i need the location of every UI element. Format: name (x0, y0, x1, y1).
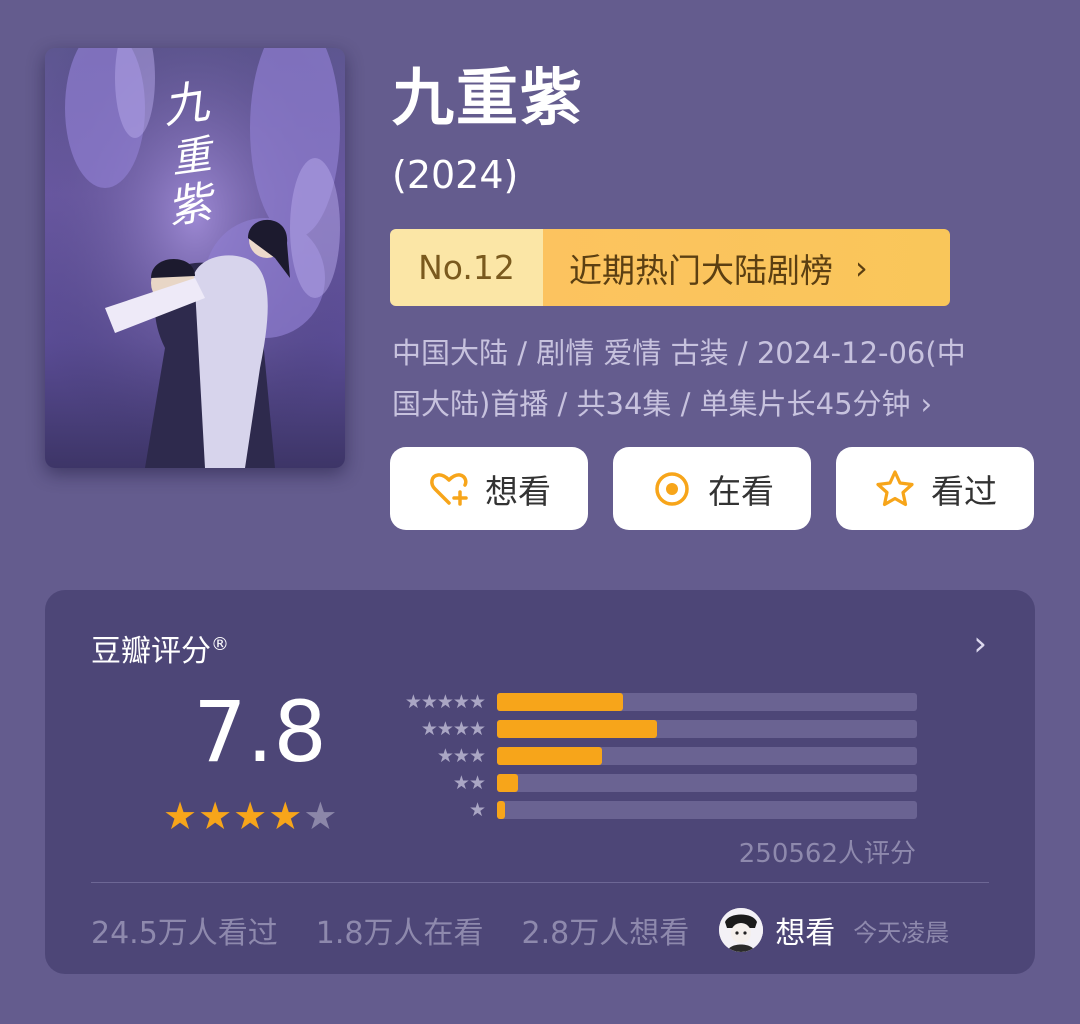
star-outline-icon (873, 467, 917, 511)
ranking-label: 近期热门大陆剧榜 (569, 250, 833, 290)
distribution-track (497, 746, 917, 765)
distribution-row: ★ (375, 796, 917, 823)
ranking-number: No.12 (390, 229, 543, 306)
target-circle-icon (650, 467, 694, 511)
heart-plus-icon (427, 467, 471, 511)
distribution-stars-label: ★★★★★ (404, 690, 486, 713)
friend-action: 想看 (775, 916, 836, 951)
star-empty-icon: ★ (303, 794, 339, 838)
watching-button[interactable]: 在看 (613, 447, 811, 530)
star-filled-icon: ★ (268, 794, 304, 838)
avatar[interactable] (719, 908, 764, 952)
distribution-track (497, 800, 917, 819)
movie-detail-page: 九 重 紫 九重紫 (2024) No.12 近期热门大陆剧榜 › 中国大陆 /… (0, 0, 1080, 1024)
page-title: 九重紫 (392, 61, 585, 134)
rating-card-title: 豆瓣评分® (91, 626, 229, 670)
star-filled-icon: ★ (163, 794, 199, 838)
watched-count[interactable]: 24.5万人看过 (91, 908, 278, 952)
distribution-row: ★★★ (375, 742, 917, 769)
chevron-right-icon: › (855, 248, 868, 287)
distribution-stars-label: ★★★★ (420, 717, 486, 740)
chevron-right-icon: › (920, 387, 933, 421)
chevron-right-icon[interactable]: › (973, 624, 987, 664)
distribution-track (497, 773, 917, 792)
star-filled-icon: ★ (233, 794, 269, 838)
watched-label: 看过 (931, 471, 997, 511)
rating-score: 7.8 (193, 683, 327, 781)
score-stars: ★★★★★ (163, 794, 338, 838)
want-count[interactable]: 2.8万人想看 (522, 908, 690, 952)
distribution-bar (497, 746, 602, 765)
distribution-stars-label: ★★ (452, 771, 486, 794)
watching-label: 在看 (708, 471, 774, 511)
action-buttons: 想看 在看 看过 (390, 447, 1034, 530)
poster-art: 九 重 紫 (45, 48, 345, 468)
registered-mark: ® (211, 634, 229, 655)
distribution-track (497, 719, 917, 738)
watched-button[interactable]: 看过 (836, 447, 1034, 530)
rating-count: 250562人评分 (738, 839, 916, 869)
distribution-stars-label: ★ (468, 798, 486, 821)
ranking-banner[interactable]: No.12 近期热门大陆剧榜 › (390, 229, 950, 306)
distribution-track (497, 692, 917, 711)
rating-card[interactable]: 豆瓣评分® › 7.8 ★★★★★ ★★★★★ ★★★★ ★★★ ★★ ★ 250562… (45, 590, 1035, 974)
rating-title: 豆瓣评分 (91, 634, 211, 669)
distribution-row: ★★★★ (375, 715, 917, 742)
meta-line-2-container: 国大陆)首播 / 共34集 / 单集片长45分钟 › (392, 379, 1042, 430)
rating-distribution: ★★★★★ ★★★★ ★★★ ★★ ★ (375, 688, 917, 823)
distribution-bar (497, 800, 505, 819)
want-to-watch-label: 想看 (485, 471, 551, 511)
distribution-bar (497, 773, 518, 792)
divider (91, 882, 989, 883)
friend-time: 今天凌晨 (853, 918, 950, 947)
watching-count[interactable]: 1.8万人在看 (316, 908, 484, 952)
audience-stats: 24.5万人看过 1.8万人在看 2.8万人想看 想看 今天凌晨 (91, 908, 949, 952)
release-year: (2024) (392, 153, 519, 197)
want-to-watch-button[interactable]: 想看 (390, 447, 588, 530)
distribution-stars-label: ★★★ (436, 744, 486, 767)
ranking-label-container: 近期热门大陆剧榜 › (543, 229, 950, 306)
star-filled-icon: ★ (198, 794, 234, 838)
meta-line-2: 国大陆)首播 / 共34集 / 单集片长45分钟 (392, 387, 911, 421)
distribution-bar (497, 692, 623, 711)
svg-text:九: 九 (159, 74, 213, 134)
distribution-row: ★★ (375, 769, 917, 796)
distribution-row: ★★★★★ (375, 688, 917, 715)
distribution-bar (497, 719, 657, 738)
poster-image[interactable]: 九 重 紫 (45, 48, 345, 468)
meta-line-1: 中国大陆 / 剧情 爱情 古装 / 2024-12-06(中 (392, 336, 966, 370)
meta-info[interactable]: 中国大陆 / 剧情 爱情 古装 / 2024-12-06(中 国大陆)首播 / … (392, 328, 1042, 430)
